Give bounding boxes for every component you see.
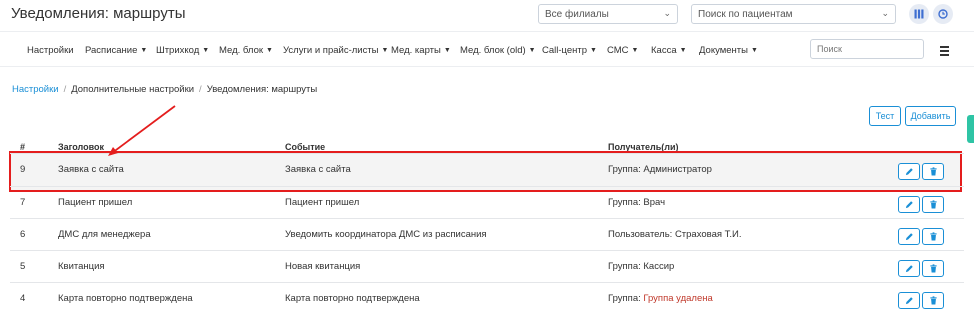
columns-icon — [914, 9, 924, 19]
row-event: Заявка с сайта — [285, 164, 351, 175]
chevron-down-icon: ⌄ — [881, 8, 889, 18]
table-row[interactable]: 7 Пациент пришел Пациент пришел Группа: … — [10, 186, 964, 218]
nav-item-cashbox[interactable]: Касса ▼ — [651, 45, 687, 56]
nav-item-settings[interactable]: Настройки — [27, 45, 74, 56]
row-number: 9 — [20, 164, 26, 175]
caret-down-icon: ▼ — [443, 47, 451, 54]
filial-select[interactable]: Все филиалы ⌄ — [538, 4, 678, 24]
clock-icon — [938, 9, 948, 19]
breadcrumb: Настройки / Дополнительные настройки / Уведо… — [12, 84, 317, 95]
pencil-icon — [905, 297, 913, 305]
edit-button[interactable] — [898, 163, 920, 180]
row-recipient: Пользователь: Страховая Т.И. — [608, 229, 742, 240]
nav-item-call-center[interactable]: Call-центр ▼ — [542, 45, 597, 56]
menu-icon[interactable] — [940, 46, 949, 58]
edit-button[interactable] — [898, 260, 920, 277]
edit-button[interactable] — [898, 292, 920, 309]
edit-button[interactable] — [898, 228, 920, 245]
breadcrumb-separator: / — [199, 84, 202, 95]
row-number: 5 — [20, 261, 26, 272]
table-row[interactable]: 4 Карта повторно подтверждена Карта повт… — [10, 282, 964, 311]
table-row[interactable]: 6 ДМС для менеджера Уведомить координато… — [10, 218, 964, 250]
table-row[interactable]: 5 Квитанция Новая квитанция Группа: Касс… — [10, 250, 964, 282]
edit-button[interactable] — [898, 196, 920, 213]
top-bar: Уведомления: маршруты Все филиалы ⌄ Поис… — [0, 0, 974, 30]
row-event: Карта повторно подтверждена — [285, 293, 420, 304]
trash-icon — [929, 167, 937, 176]
clock-button[interactable] — [933, 4, 953, 24]
nav-item-services[interactable]: Услуги и прайс-листы ▼ — [283, 45, 388, 56]
pencil-icon — [905, 201, 913, 209]
caret-down-icon: ▼ — [528, 47, 536, 54]
row-title: Квитанция — [58, 261, 105, 272]
row-event: Пациент пришел — [285, 197, 360, 208]
table-row[interactable]: 9 Заявка с сайта Заявка с сайта Группа: … — [10, 153, 964, 185]
pencil-icon — [905, 265, 913, 273]
caret-down-icon: ▼ — [202, 47, 210, 54]
columns-button[interactable] — [909, 4, 929, 24]
nav-item-med-block-old[interactable]: Мед. блок (old) ▼ — [460, 45, 536, 56]
row-recipient: Группа: Кассир — [608, 261, 675, 272]
caret-down-icon: ▼ — [590, 47, 597, 54]
row-event: Новая квитанция — [285, 261, 361, 272]
row-recipient: Группа: Врач — [608, 197, 666, 208]
page-title: Уведомления: маршруты — [11, 5, 186, 22]
nav-item-barcode[interactable]: Штрихкод ▼ — [156, 45, 209, 56]
side-panel-tab[interactable] — [967, 115, 974, 143]
pencil-icon — [905, 168, 913, 176]
trash-icon — [929, 296, 937, 305]
caret-down-icon: ▼ — [140, 47, 148, 54]
nav-item-med-cards[interactable]: Мед. карты ▼ — [391, 45, 451, 56]
row-recipient: Группа: Администратор — [608, 164, 712, 175]
trash-icon — [929, 264, 937, 273]
row-title: ДМС для менеджера — [58, 229, 151, 240]
nav-item-sms[interactable]: СМС ▼ — [607, 45, 638, 56]
patient-search-placeholder: Поиск по пациентам — [698, 9, 793, 20]
nav-item-documents[interactable]: Документы ▼ — [699, 45, 758, 56]
row-number: 7 — [20, 197, 26, 208]
delete-button[interactable] — [922, 196, 944, 213]
caret-down-icon: ▼ — [750, 47, 758, 54]
caret-down-icon: ▼ — [381, 47, 389, 54]
breadcrumb-separator: / — [63, 84, 67, 95]
chevron-down-icon: ⌄ — [663, 8, 671, 18]
pencil-icon — [905, 233, 913, 241]
caret-down-icon: ▼ — [266, 47, 273, 54]
delete-button[interactable] — [922, 163, 944, 180]
delete-button[interactable] — [922, 228, 944, 245]
nav-item-schedule[interactable]: Расписание ▼ — [85, 45, 147, 56]
nav-search-input[interactable]: Поиск — [810, 39, 924, 59]
row-number: 4 — [20, 293, 26, 304]
trash-icon — [929, 200, 937, 209]
main-navigation: Настройки Расписание ▼ Штрихкод ▼ Мед. бло… — [0, 31, 974, 67]
row-title: Карта повторно подтверждена — [58, 293, 193, 304]
filial-select-value: Все филиалы — [545, 9, 609, 20]
row-recipient: Группа: Группа удалена — [608, 293, 713, 304]
breadcrumb-additional-settings[interactable]: Дополнительные настройки — [71, 84, 194, 95]
caret-down-icon: ▼ — [679, 47, 687, 54]
patient-search-select[interactable]: Поиск по пациентам ⌄ — [691, 4, 896, 24]
row-title: Заявка с сайта — [58, 164, 124, 175]
delete-button[interactable] — [922, 260, 944, 277]
row-number: 6 — [20, 229, 26, 240]
delete-button[interactable] — [922, 292, 944, 309]
breadcrumb-current: Уведомления: маршруты — [206, 84, 318, 95]
deleted-group-label: Группа удалена — [643, 293, 713, 304]
row-title: Пациент пришел — [58, 197, 133, 208]
row-event: Уведомить координатора ДМС из расписания — [285, 229, 487, 240]
test-button[interactable]: Тест — [869, 106, 901, 126]
nav-item-med-block[interactable]: Мед. блок ▼ — [219, 45, 273, 56]
caret-down-icon: ▼ — [631, 47, 639, 54]
breadcrumb-settings-link[interactable]: Настройки — [12, 84, 59, 95]
add-button[interactable]: Добавить — [905, 106, 956, 126]
trash-icon — [929, 232, 937, 241]
